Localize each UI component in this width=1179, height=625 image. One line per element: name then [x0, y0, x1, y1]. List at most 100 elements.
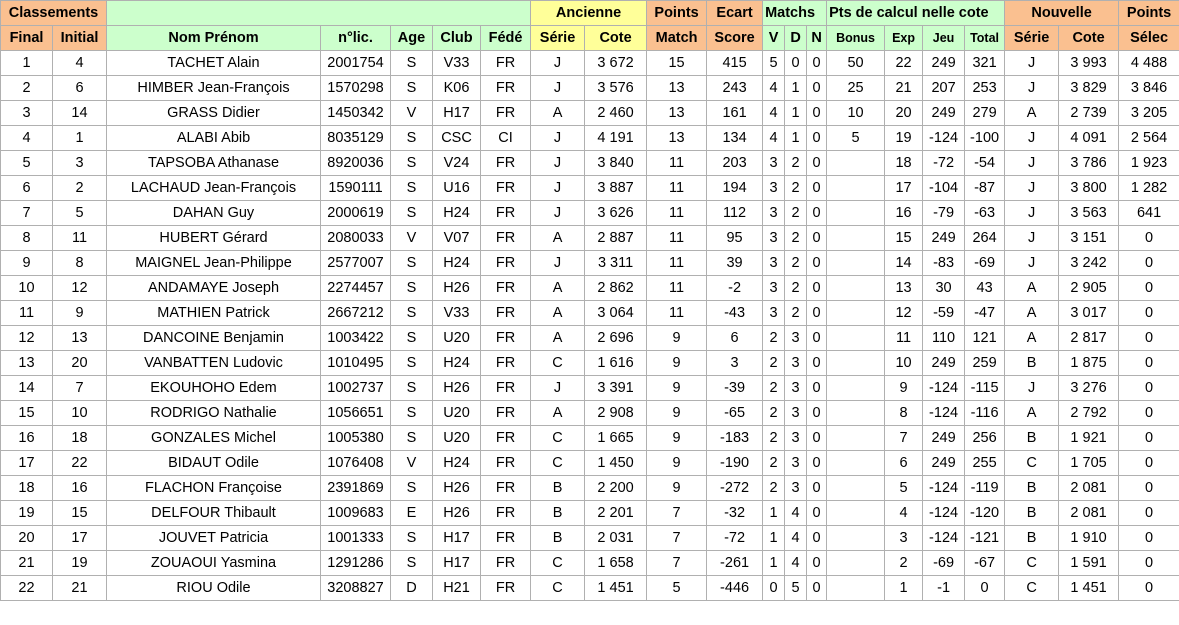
cell-total: 256 — [964, 425, 1006, 451]
cell-rank-initial: 1 — [52, 125, 107, 151]
header-nouvelle: Nouvelle — [1004, 0, 1120, 26]
cell-new-series: B — [1004, 525, 1060, 551]
cell-score-gap: 6 — [706, 325, 764, 351]
header-age: Age — [390, 25, 433, 51]
cell-jeu: 249 — [922, 225, 966, 251]
header-cote-nouvelle: Cote — [1058, 25, 1120, 51]
cell-age-category: S — [390, 550, 433, 576]
cell-draws: 5 — [784, 575, 808, 601]
cell-license-number: 8920036 — [320, 150, 391, 176]
cell-club: H17 — [432, 525, 481, 551]
cell-license-number: 2577007 — [320, 250, 391, 276]
cell-new-rating: 3 276 — [1058, 375, 1120, 401]
cell-new-series: J — [1004, 225, 1060, 251]
cell-license-number: 1002737 — [320, 375, 391, 401]
cell-draws: 4 — [784, 500, 808, 526]
cell-age-category: S — [390, 50, 433, 76]
cell-score-gap: -65 — [706, 400, 764, 426]
cell-old-series: J — [530, 175, 586, 201]
cell-new-series: C — [1004, 550, 1060, 576]
cell-new-series: J — [1004, 125, 1060, 151]
table-row: 11 9 MATHIEN Patrick 2667212 S V33 FR A 3 064 11-… — [0, 300, 1179, 326]
cell-total: -87 — [964, 175, 1006, 201]
cell-total: 253 — [964, 75, 1006, 101]
cell-license-number: 2001754 — [320, 50, 391, 76]
cell-new-rating: 1 705 — [1058, 450, 1120, 476]
cell-federation: FR — [479, 425, 532, 451]
cell-losses: 0 — [806, 450, 828, 476]
cell-draws: 3 — [784, 450, 808, 476]
cell-old-series: J — [530, 375, 586, 401]
table-row: 17 22 BIDAUT Odile 1076408 V H24 FR C 1 450 9 -190… — [0, 450, 1179, 476]
cell-rank-final: 5 — [0, 150, 53, 176]
cell-wins: 3 — [762, 150, 786, 176]
cell-federation: FR — [479, 400, 532, 426]
cell-rank-final: 21 — [0, 550, 53, 576]
cell-match-points: 9 — [646, 350, 708, 376]
cell-selection-points: 0 — [1118, 275, 1179, 301]
cell-club: K06 — [432, 75, 481, 101]
table-row: 8 11 HUBERT Gérard 2080033 V V07 FR A 2 887 11 95 3… — [0, 225, 1179, 251]
cell-rank-initial: 10 — [52, 400, 107, 426]
cell-losses: 0 — [806, 75, 828, 101]
header-bonus: Bonus — [826, 25, 886, 51]
cell-losses: 0 — [806, 325, 828, 351]
cell-draws: 3 — [784, 375, 808, 401]
cell-age-category: S — [390, 250, 433, 276]
cell-age-category: V — [390, 450, 433, 476]
cell-new-rating: 1 921 — [1058, 425, 1120, 451]
rankings-table: Classements Ancienne Points Ecart Matchs… — [0, 0, 1179, 601]
cell-score-gap: 134 — [706, 125, 764, 151]
header-row-2: Final Initial Nom Prénom n°lic. Age Club… — [0, 25, 1179, 51]
cell-age-category: V — [390, 225, 433, 251]
cell-old-series: A — [530, 225, 586, 251]
cell-draws: 2 — [784, 275, 808, 301]
cell-player-name: TAPSOBA Athanase — [106, 150, 321, 176]
cell-player-name: DELFOUR Thibault — [106, 500, 321, 526]
cell-club: H21 — [432, 575, 481, 601]
cell-match-points: 9 — [646, 375, 708, 401]
cell-wins: 3 — [762, 200, 786, 226]
cell-federation: FR — [479, 325, 532, 351]
header-score: Score — [706, 25, 764, 51]
cell-rank-initial: 9 — [52, 300, 107, 326]
cell-bonus — [826, 500, 886, 526]
cell-rank-initial: 20 — [52, 350, 107, 376]
cell-jeu: -69 — [922, 550, 966, 576]
cell-rank-final: 20 — [0, 525, 53, 551]
cell-rank-initial: 6 — [52, 75, 107, 101]
cell-wins: 1 — [762, 500, 786, 526]
cell-exp: 2 — [884, 550, 924, 576]
cell-rank-initial: 5 — [52, 200, 107, 226]
cell-bonus — [826, 525, 886, 551]
table-row: 1 4 TACHET Alain 2001754 S V33 FR J 3 672 15 415 5 0… — [0, 50, 1179, 76]
cell-bonus — [826, 150, 886, 176]
header-total: Total — [964, 25, 1006, 51]
cell-old-rating: 2 887 — [584, 225, 648, 251]
cell-losses: 0 — [806, 350, 828, 376]
cell-losses: 0 — [806, 250, 828, 276]
cell-new-rating: 2 817 — [1058, 325, 1120, 351]
cell-losses: 0 — [806, 525, 828, 551]
cell-federation: FR — [479, 200, 532, 226]
cell-new-series: A — [1004, 275, 1060, 301]
cell-jeu: -124 — [922, 400, 966, 426]
cell-old-rating: 3 626 — [584, 200, 648, 226]
cell-exp: 12 — [884, 300, 924, 326]
cell-player-name: RODRIGO Nathalie — [106, 400, 321, 426]
cell-losses: 0 — [806, 475, 828, 501]
cell-player-name: HUBERT Gérard — [106, 225, 321, 251]
cell-federation: FR — [479, 175, 532, 201]
cell-old-series: A — [530, 400, 586, 426]
cell-player-name: EKOUHOHO Edem — [106, 375, 321, 401]
cell-rank-final: 16 — [0, 425, 53, 451]
cell-wins: 3 — [762, 175, 786, 201]
cell-new-rating: 3 829 — [1058, 75, 1120, 101]
cell-wins: 3 — [762, 225, 786, 251]
cell-score-gap: -190 — [706, 450, 764, 476]
cell-new-rating: 3 017 — [1058, 300, 1120, 326]
cell-selection-points: 0 — [1118, 300, 1179, 326]
cell-age-category: S — [390, 400, 433, 426]
cell-exp: 3 — [884, 525, 924, 551]
cell-draws: 2 — [784, 175, 808, 201]
